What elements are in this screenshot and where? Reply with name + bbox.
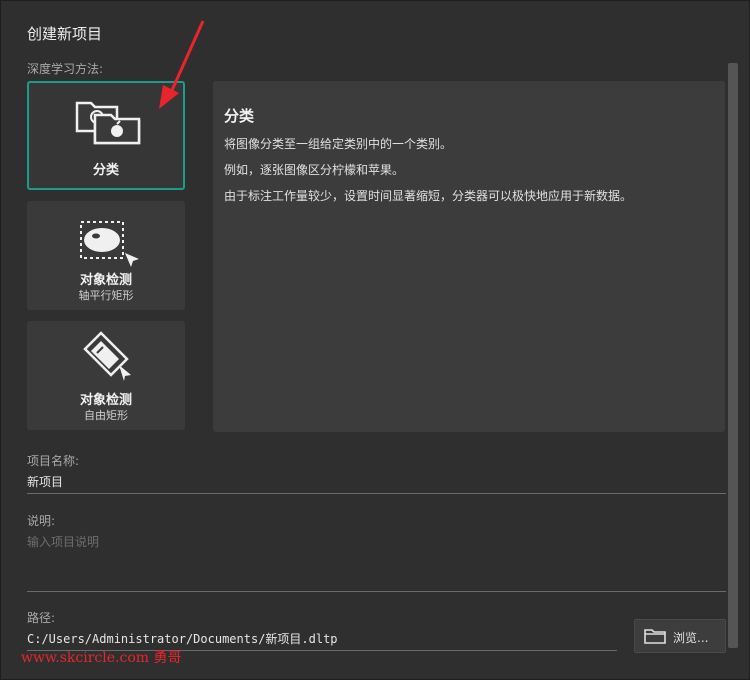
method-label: 分类 [92, 163, 119, 178]
browse-label: 浏览... [673, 631, 709, 645]
watermark-text: www.skcircle.com 勇哥 [21, 650, 182, 666]
description-line: 由于标注工作量较少，设置时间显著缩短，分类器可以极快地应用于新数据。 [224, 189, 633, 203]
methods-label: 深度学习方法: [27, 62, 104, 76]
method-description-panel: 分类 将图像分类至一组给定类别中的一个类别。 例如，逐张图像区分柠檬和苹果。 由… [213, 81, 725, 432]
project-name-underline [27, 493, 726, 494]
description-input[interactable]: 输入项目说明 [27, 533, 726, 589]
description-underline [27, 591, 726, 592]
vertical-scrollbar[interactable] [728, 63, 738, 648]
method-object-detection-free-rectangle[interactable]: 对象检测 自由矩形 [27, 321, 185, 430]
description-field-label: 说明: [27, 514, 56, 528]
project-name-label: 项目名称: [27, 454, 80, 468]
create-project-dialog: 创建新项目 深度学习方法: 分类 对象检测 轴平行矩形 对象检测 自由矩形 分类… [0, 0, 750, 680]
dialog-title: 创建新项目 [27, 25, 103, 43]
description-title: 分类 [224, 107, 255, 125]
method-object-detection-axis-aligned[interactable]: 对象检测 轴平行矩形 [27, 201, 185, 310]
annotation-arrow-icon [159, 20, 205, 109]
description-line: 将图像分类至一组给定类别中的一个类别。 [224, 137, 453, 151]
project-name-input[interactable]: 新项目 [27, 473, 63, 490]
method-label: 对象检测 [79, 393, 132, 408]
path-label: 路径: [27, 611, 56, 625]
classification-folders-icon [75, 101, 141, 145]
folder-icon [644, 629, 666, 644]
lemon-selection-icon [80, 221, 139, 267]
method-sublabel: 自由矩形 [84, 409, 128, 422]
description-line: 例如，逐张图像区分柠檬和苹果。 [224, 163, 405, 177]
method-label: 对象检测 [79, 273, 132, 288]
rotated-box-icon [83, 331, 131, 381]
path-input[interactable]: C:/Users/Administrator/Documents/新项目.dlt… [27, 630, 338, 647]
browse-button[interactable]: 浏览... [634, 619, 726, 653]
method-sublabel: 轴平行矩形 [78, 289, 134, 302]
